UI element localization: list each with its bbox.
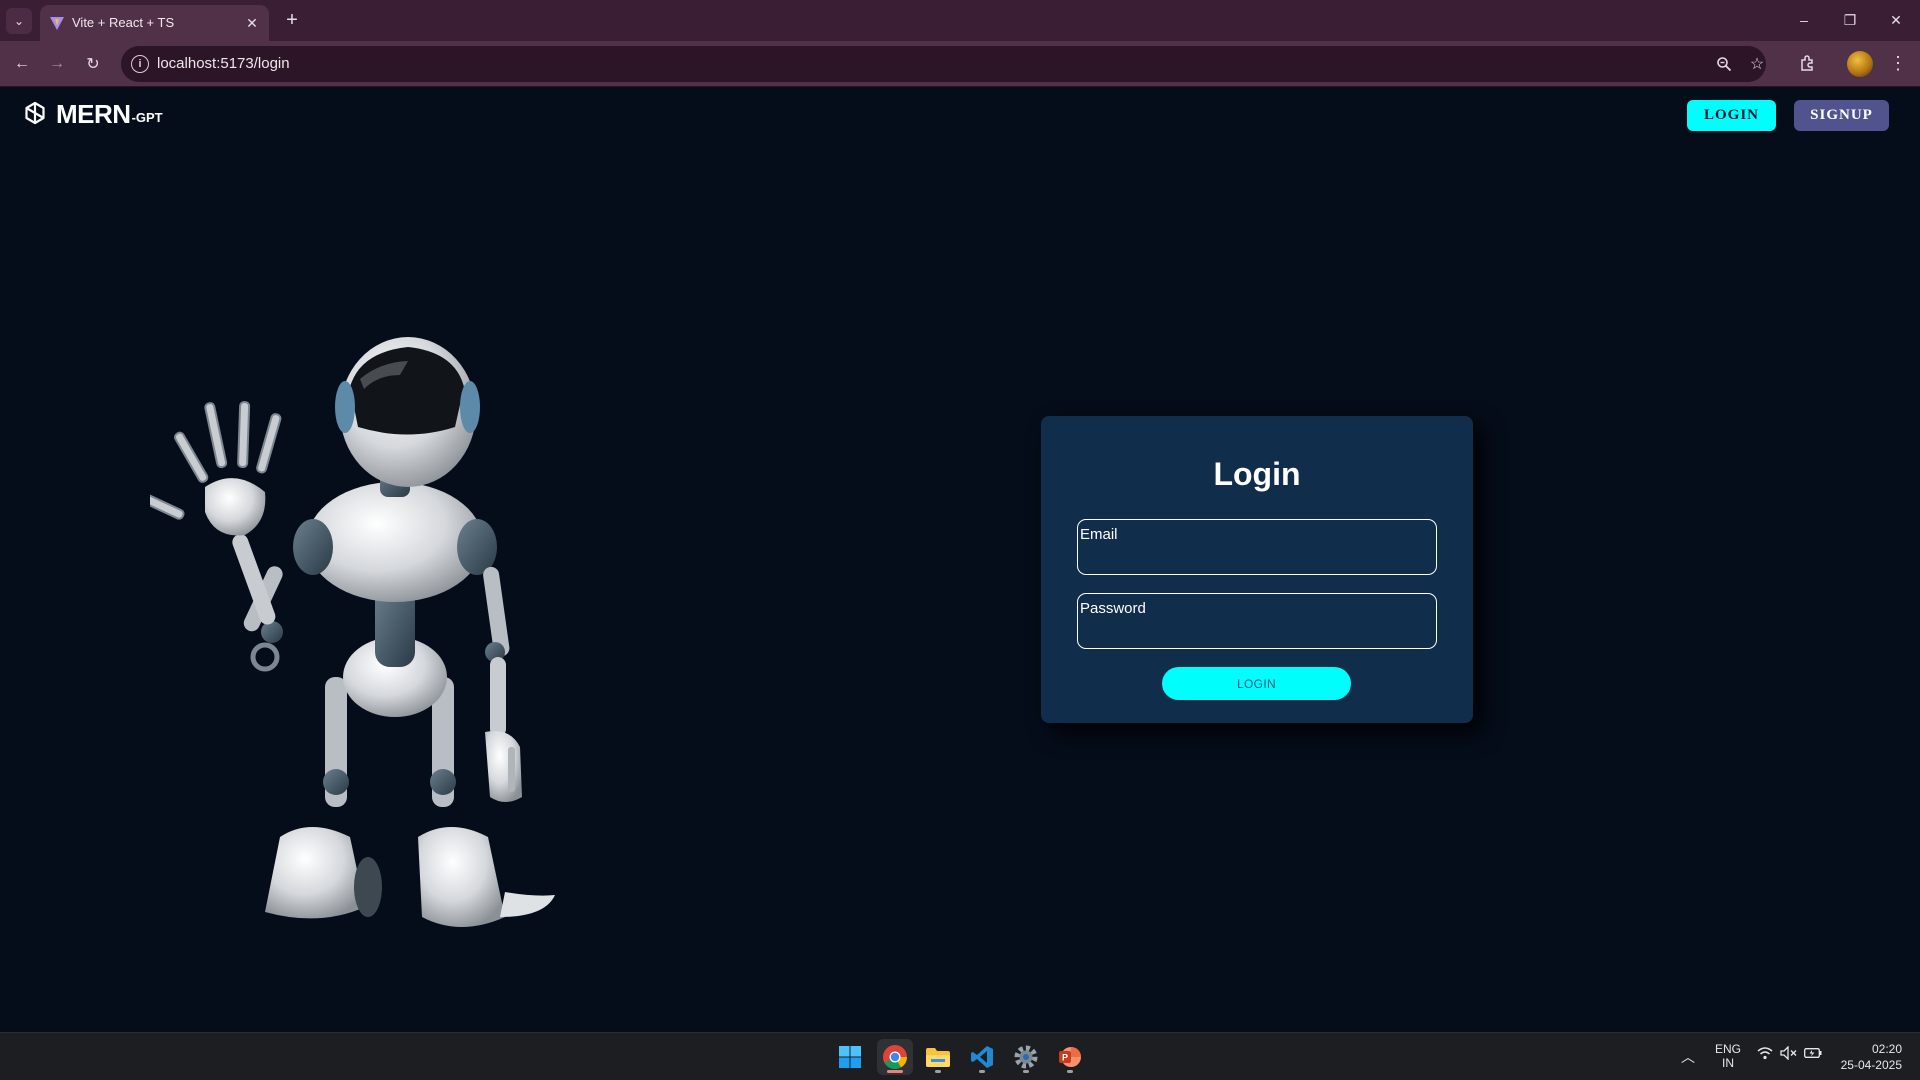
running-indicator xyxy=(935,1070,941,1073)
vite-favicon-icon xyxy=(50,17,64,30)
login-title: Login xyxy=(1213,456,1301,492)
running-indicator xyxy=(1023,1070,1029,1073)
running-indicator xyxy=(979,1070,985,1073)
language-code: ENG xyxy=(1714,1042,1741,1056)
bookmark-star-icon[interactable]: ☆ xyxy=(1747,54,1767,74)
password-input[interactable] xyxy=(1082,620,1432,644)
tab-title: Vite + React + TS xyxy=(72,15,175,30)
file-explorer-icon[interactable] xyxy=(920,1039,956,1075)
chrome-icon[interactable] xyxy=(877,1039,913,1075)
region-code: IN xyxy=(1722,1056,1734,1070)
restore-icon[interactable]: ❐ xyxy=(1830,6,1870,34)
address-url[interactable]: localhost:5173/login xyxy=(157,55,290,72)
login-submit-button[interactable]: LOGIN xyxy=(1162,667,1351,700)
browser-toolbar: ← → ↻ i localhost:5173/login ☆ ⋮ xyxy=(0,41,1920,87)
header-signup-button[interactable]: SIGNUP xyxy=(1794,100,1889,131)
logo-suffix: -GPT xyxy=(131,110,163,125)
email-input[interactable] xyxy=(1082,546,1432,570)
address-bar[interactable]: i localhost:5173/login ☆ xyxy=(121,46,1766,82)
show-hidden-icons-icon[interactable]: ︿ xyxy=(1681,1047,1695,1067)
clock-date: 25-04-2025 xyxy=(1840,1058,1902,1072)
header-login-button[interactable]: LOGIN xyxy=(1687,100,1776,131)
site-info-icon[interactable]: i xyxy=(131,55,149,73)
robot-illustration xyxy=(150,337,555,927)
openai-logo-icon xyxy=(25,101,45,125)
forward-icon[interactable]: → xyxy=(43,50,71,78)
close-window-icon[interactable]: ✕ xyxy=(1876,6,1916,34)
password-field[interactable]: Password xyxy=(1077,593,1437,649)
tab-search-button[interactable]: ⌄ xyxy=(6,8,32,34)
minimize-icon[interactable]: – xyxy=(1784,6,1824,34)
new-tab-icon[interactable]: + xyxy=(281,9,303,31)
volume-muted-icon[interactable] xyxy=(1780,1045,1798,1064)
browser-tab[interactable]: Vite + React + TS ✕ xyxy=(40,5,269,41)
powerpoint-icon[interactable]: P xyxy=(1052,1039,1088,1075)
browser-tab-bar: ⌄ Vite + React + TS ✕ + – ❐ ✕ xyxy=(0,0,1920,41)
language-indicator[interactable]: ENG IN xyxy=(1714,1042,1742,1070)
clock-time: 02:20 xyxy=(1871,1042,1902,1056)
vscode-icon[interactable] xyxy=(964,1039,1000,1075)
logo-text: MERN xyxy=(56,99,131,129)
reload-icon[interactable]: ↻ xyxy=(79,50,107,78)
logo[interactable]: MERN -GPT xyxy=(20,99,163,129)
settings-icon[interactable] xyxy=(1008,1039,1044,1075)
zoom-icon[interactable] xyxy=(1714,54,1734,74)
extensions-icon[interactable] xyxy=(1796,51,1820,75)
taskbar: P ︿ ENG IN 02:20 25-04-2025 xyxy=(0,1032,1920,1080)
clock[interactable]: 02:20 25-04-2025 xyxy=(1830,1041,1902,1073)
page: MERN -GPT LOGIN SIGNUP Login Email Passw… xyxy=(0,87,1920,1032)
app-header: MERN -GPT LOGIN SIGNUP xyxy=(0,87,1920,143)
start-icon[interactable] xyxy=(832,1039,868,1075)
email-label: Email xyxy=(1080,526,1118,543)
password-label: Password xyxy=(1080,600,1146,617)
profile-avatar[interactable] xyxy=(1847,51,1873,77)
browser-menu-icon[interactable]: ⋮ xyxy=(1886,51,1910,75)
active-app-indicator xyxy=(887,1070,903,1073)
tab-close-icon[interactable]: ✕ xyxy=(243,14,261,32)
wifi-icon[interactable] xyxy=(1757,1046,1773,1064)
running-indicator xyxy=(1067,1070,1073,1073)
svg-text:P: P xyxy=(1062,1053,1068,1063)
battery-icon[interactable] xyxy=(1804,1046,1822,1063)
back-icon[interactable]: ← xyxy=(8,50,36,78)
email-field[interactable]: Email xyxy=(1077,519,1437,575)
login-card: Login Email Password LOGIN xyxy=(1041,416,1473,723)
